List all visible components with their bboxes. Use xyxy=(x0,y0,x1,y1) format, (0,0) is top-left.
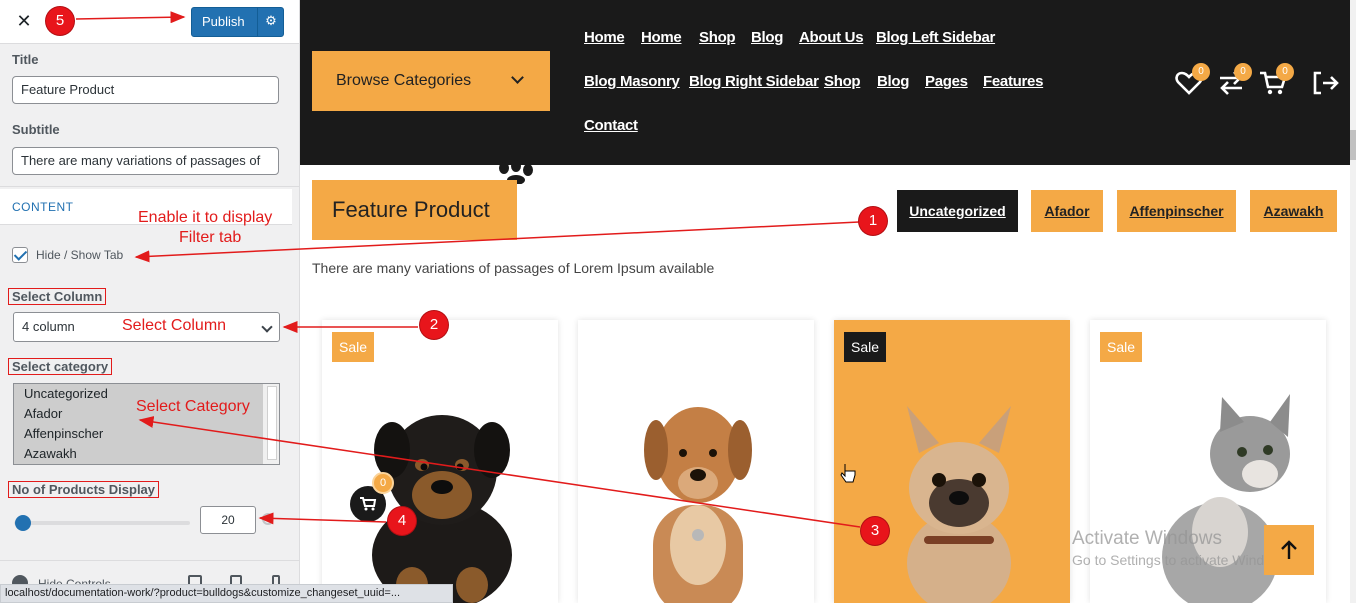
chevron-down-icon xyxy=(261,321,273,333)
screen: ✕ Publish ⚙ Title Feature Product Subtit… xyxy=(0,0,1356,603)
activate-windows-watermark: Activate Windows Go to Settings to activ… xyxy=(1072,528,1293,568)
arrow-up-icon xyxy=(1281,540,1297,559)
product-card[interactable]: Sale 0 xyxy=(322,320,558,603)
compare-arrows-icon[interactable]: 0 xyxy=(1216,63,1252,97)
wishlist-count: 0 xyxy=(1192,63,1210,81)
site-preview: Browse Categories Home Home Shop Blog Ab… xyxy=(300,0,1350,603)
nav-link[interactable]: Home xyxy=(584,29,625,46)
watermark-line1: Activate Windows xyxy=(1072,528,1222,549)
customizer-sidebar: ✕ Publish ⚙ Title Feature Product Subtit… xyxy=(0,0,300,603)
add-to-cart-button[interactable]: 0 xyxy=(350,472,394,522)
browse-categories-button[interactable]: Browse Categories xyxy=(312,51,550,111)
hide-show-tab-checkbox[interactable] xyxy=(12,247,28,263)
chevron-down-icon xyxy=(511,71,524,84)
category-option[interactable]: Affenpinscher xyxy=(14,424,263,444)
browser-status-url: localhost/documentation-work/?product=bu… xyxy=(0,584,453,603)
annotation-enable-tab-line2: Filter tab xyxy=(179,229,242,246)
nav-link[interactable]: Blog Masonry xyxy=(584,73,680,90)
section-title: Feature Product xyxy=(312,180,517,240)
site-header: Browse Categories Home Home Shop Blog Ab… xyxy=(300,0,1350,165)
select-column-label: Select Column xyxy=(8,288,107,305)
nav-link[interactable]: Shop xyxy=(824,73,861,90)
category-option[interactable]: Azawakh xyxy=(14,444,263,464)
reset-icon[interactable] xyxy=(262,513,274,525)
products-display-input[interactable]: 20 xyxy=(200,506,256,534)
publish-button[interactable]: Publish ⚙ xyxy=(191,7,284,37)
products-display-label: No of Products Display xyxy=(8,481,160,498)
select-category-label: Select category xyxy=(8,358,113,375)
nav-link[interactable]: About Us xyxy=(799,29,864,46)
compare-count: 0 xyxy=(1234,63,1252,81)
products-display-slider-handle[interactable] xyxy=(14,515,31,531)
cart-icon[interactable]: 0 xyxy=(1258,63,1294,97)
nav-link[interactable]: Pages xyxy=(925,73,968,90)
product-card[interactable]: Sale xyxy=(834,320,1070,603)
annotation-enable-tab-line1: Enable it to display xyxy=(138,209,273,226)
french-bulldog-image xyxy=(907,406,1011,603)
nav-link[interactable]: Shop xyxy=(699,29,736,46)
mouse-cursor-icon xyxy=(840,464,856,483)
content-section-label: CONTENT xyxy=(12,200,74,214)
cart-icon xyxy=(360,497,377,511)
close-icon[interactable]: ✕ xyxy=(12,10,36,34)
cart-badge-count: 0 xyxy=(372,472,394,494)
divider xyxy=(0,186,299,187)
tab-affenpinscher[interactable]: Affenpinscher xyxy=(1117,190,1236,232)
select-category-listbox[interactable]: Uncategorized Afador Affenpinscher Azawa… xyxy=(13,383,280,465)
sale-badge: Sale xyxy=(844,332,887,362)
tab-afador[interactable]: Afador xyxy=(1031,190,1103,232)
scroll-to-top-button[interactable] xyxy=(1264,525,1314,575)
publish-label: Publish xyxy=(202,14,245,29)
listbox-scrollbar[interactable] xyxy=(263,384,279,464)
page-scroll-thumb[interactable] xyxy=(1350,130,1356,160)
subtitle-field[interactable]: There are many variations of passages of xyxy=(12,147,279,175)
browse-categories-label: Browse Categories xyxy=(336,72,472,89)
nav-link[interactable]: Home xyxy=(641,29,682,46)
annotation-select-column: Select Column xyxy=(122,317,227,334)
annotation-badge-5: 5 xyxy=(46,7,74,35)
product-card[interactable] xyxy=(578,320,814,603)
nav-link[interactable]: Blog Right Sidebar xyxy=(689,73,819,90)
gear-icon[interactable]: ⚙ xyxy=(262,8,280,36)
customizer-header: ✕ Publish ⚙ xyxy=(0,0,299,44)
hide-show-tab-label: Hide / Show Tab xyxy=(36,248,124,262)
sale-badge: Sale xyxy=(332,332,375,362)
tab-azawakh[interactable]: Azawakh xyxy=(1250,190,1337,232)
annotation-badge-2: 2 xyxy=(420,311,448,339)
sale-badge: Sale xyxy=(1100,332,1143,362)
nav-link[interactable]: Features xyxy=(983,73,1043,90)
products-display-slider[interactable] xyxy=(14,521,190,525)
watermark-line2: Go to Settings to activate Windows. xyxy=(1072,552,1293,568)
nav-link[interactable]: Blog xyxy=(751,29,783,46)
cart-count: 0 xyxy=(1276,63,1294,81)
nav-link[interactable]: Blog xyxy=(877,73,909,90)
listbox-scroll-thumb[interactable] xyxy=(267,386,277,460)
title-field[interactable]: Feature Product xyxy=(12,76,279,104)
select-column-value: 4 column xyxy=(22,319,75,334)
annotation-select-category: Select Category xyxy=(136,398,250,415)
section-subtitle: There are many variations of passages of… xyxy=(312,260,715,276)
tab-uncategorized[interactable]: Uncategorized xyxy=(897,190,1018,232)
subtitle-label: Subtitle xyxy=(12,122,60,137)
nav-link[interactable]: Contact xyxy=(584,117,638,134)
nav-link[interactable]: Blog Left Sidebar xyxy=(876,29,995,46)
logout-icon[interactable] xyxy=(1311,69,1341,97)
title-label: Title xyxy=(12,52,39,67)
page-scrollbar[interactable] xyxy=(1350,0,1356,603)
publish-separator xyxy=(257,8,258,36)
annotation-badge-4: 4 xyxy=(388,507,416,535)
annotation-badge-3: 3 xyxy=(861,517,889,545)
annotation-badge-1: 1 xyxy=(859,207,887,235)
brown-dog-image xyxy=(644,407,752,603)
wishlist-heart-icon[interactable]: 0 xyxy=(1174,63,1210,97)
